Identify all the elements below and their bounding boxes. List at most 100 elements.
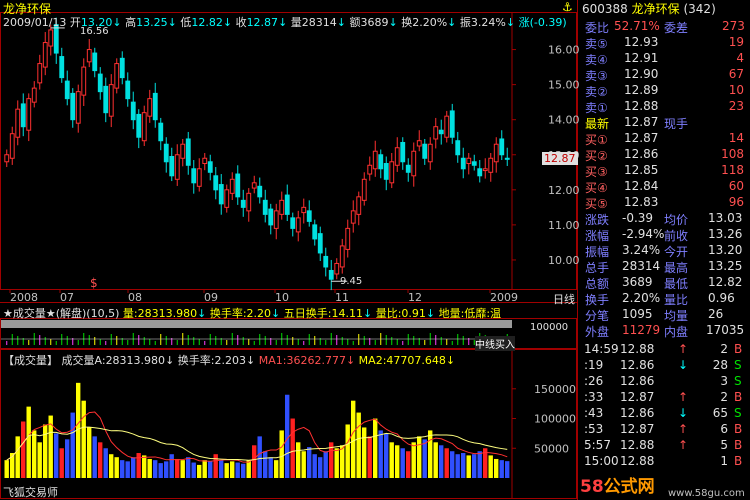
indicator-strip <box>1 320 512 345</box>
ind-ratio-label: 量比 <box>375 307 398 320</box>
volume-bar <box>466 455 471 478</box>
tick-dir: ↓ <box>678 406 689 420</box>
candle-body <box>20 103 26 128</box>
volume-bars-group <box>4 382 510 478</box>
date-tick-label: 08 <box>128 291 142 304</box>
volume-title: 【成交量】 <box>3 354 58 367</box>
tick-price: 12.87 <box>620 390 655 404</box>
candle-body <box>345 227 351 250</box>
date-tick-label: 11 <box>335 291 349 304</box>
tick-bs: B <box>734 438 743 452</box>
volume-bar <box>505 461 510 478</box>
candle-body <box>251 182 257 189</box>
sell-vol: 19 <box>728 35 744 49</box>
tick-vol: 5 <box>720 438 728 452</box>
stat-value: 3689 <box>622 275 653 289</box>
candle-body <box>97 73 103 93</box>
tick-time: :26 <box>584 374 604 388</box>
ind-low-label: 地量 <box>438 307 461 320</box>
volume-bar <box>477 451 482 478</box>
volume-bar <box>312 454 317 478</box>
candle-body <box>103 85 109 114</box>
sell-vol: 67 <box>728 67 744 81</box>
vol-turn-value: 2.203 <box>214 354 247 367</box>
vol-turn-label: 换手率 <box>177 354 211 367</box>
volume-bar <box>202 460 207 478</box>
candle-body <box>37 63 43 84</box>
pin-icon[interactable]: ⚓ <box>562 0 573 14</box>
volume-bar <box>54 433 59 478</box>
tick-dir: ↑ <box>678 438 689 452</box>
candle-body <box>108 84 114 117</box>
volume-bar <box>472 454 477 478</box>
price-tick-label: 16.00 <box>548 44 580 57</box>
stock-code: 600388 <box>582 2 628 16</box>
candle-body <box>136 113 142 138</box>
ind-vol-label: 量 <box>122 307 134 320</box>
outer-value: 11279 <box>622 323 661 337</box>
candle-body <box>488 157 494 173</box>
ind-turn-label: 换手率 <box>209 307 243 320</box>
volume-bar <box>186 457 191 478</box>
candle-body <box>378 154 384 170</box>
candle-body <box>279 199 285 215</box>
candle-body <box>422 143 428 159</box>
candle-body <box>224 189 230 208</box>
candle-body <box>284 194 290 215</box>
last-row: 最新 12.87 现手 <box>582 114 748 131</box>
stat-value: 13.20 <box>708 243 743 257</box>
ma1-value: 36262.777 <box>286 354 346 367</box>
quote-header: 600388 龙净环保 (342) <box>582 0 748 17</box>
candle-body <box>499 138 505 156</box>
candle-body <box>383 163 389 180</box>
inner-value: 17035 <box>706 323 745 337</box>
volume-bar <box>153 460 158 478</box>
volume-bar <box>37 442 42 478</box>
volume-bar <box>169 454 174 478</box>
strip-ytick: 100000 <box>530 322 569 333</box>
stat-value: -2.94% <box>622 227 665 241</box>
volume-bar <box>246 460 251 478</box>
last-value: 12.87 <box>624 115 659 129</box>
sell-row: 卖⑤ 12.93 19 <box>582 34 748 51</box>
sell-price: 12.90 <box>624 67 659 81</box>
candle-body <box>229 178 235 194</box>
candle-body <box>86 49 92 63</box>
tick-price: 12.88 <box>620 454 655 468</box>
volume-bar <box>197 464 202 478</box>
volume-bar <box>367 436 372 478</box>
vol-tick-label: 50000 <box>534 442 569 455</box>
candle-body <box>493 143 499 163</box>
volume-bar <box>120 460 125 478</box>
volume-bar <box>301 451 306 478</box>
volume-bar <box>395 445 400 478</box>
volume-bar <box>417 436 422 478</box>
watermark-url: www.58gu.com <box>668 488 745 499</box>
volume-bar <box>92 436 97 478</box>
volume-bar <box>444 448 449 478</box>
buy-row: 买① 12.87 14 <box>582 130 748 147</box>
ind-5d-label: 五日换手 <box>283 307 328 320</box>
vol-a-value: 28313.980 <box>105 354 166 367</box>
volume-bar <box>362 427 367 478</box>
sell-row: 卖① 12.88 23 <box>582 98 748 115</box>
price-tick-label: 10.00 <box>548 254 580 267</box>
tick-bs: B <box>734 342 743 356</box>
stat-row: 总手 28314 最高 13.25 <box>582 258 748 275</box>
vol-label: 量 <box>290 16 302 29</box>
candle-body <box>312 224 318 240</box>
candle-body <box>64 80 70 100</box>
price-tick-label: 15.00 <box>548 79 580 92</box>
candle-body <box>92 52 98 72</box>
candle-body <box>169 156 175 177</box>
weicha-value: 273 <box>722 19 745 33</box>
buy-row: 买② 12.86 108 <box>582 146 748 163</box>
sell-price: 12.89 <box>624 83 659 97</box>
volume-bar <box>142 455 147 478</box>
period-label[interactable]: 日线 <box>553 291 575 307</box>
ind-low-value: 低靡 <box>464 307 487 320</box>
weibi-value: 52.71% <box>614 19 660 33</box>
amp-label: 振 <box>459 16 471 29</box>
candle-body <box>317 233 323 254</box>
sell-price: 12.93 <box>624 35 659 49</box>
